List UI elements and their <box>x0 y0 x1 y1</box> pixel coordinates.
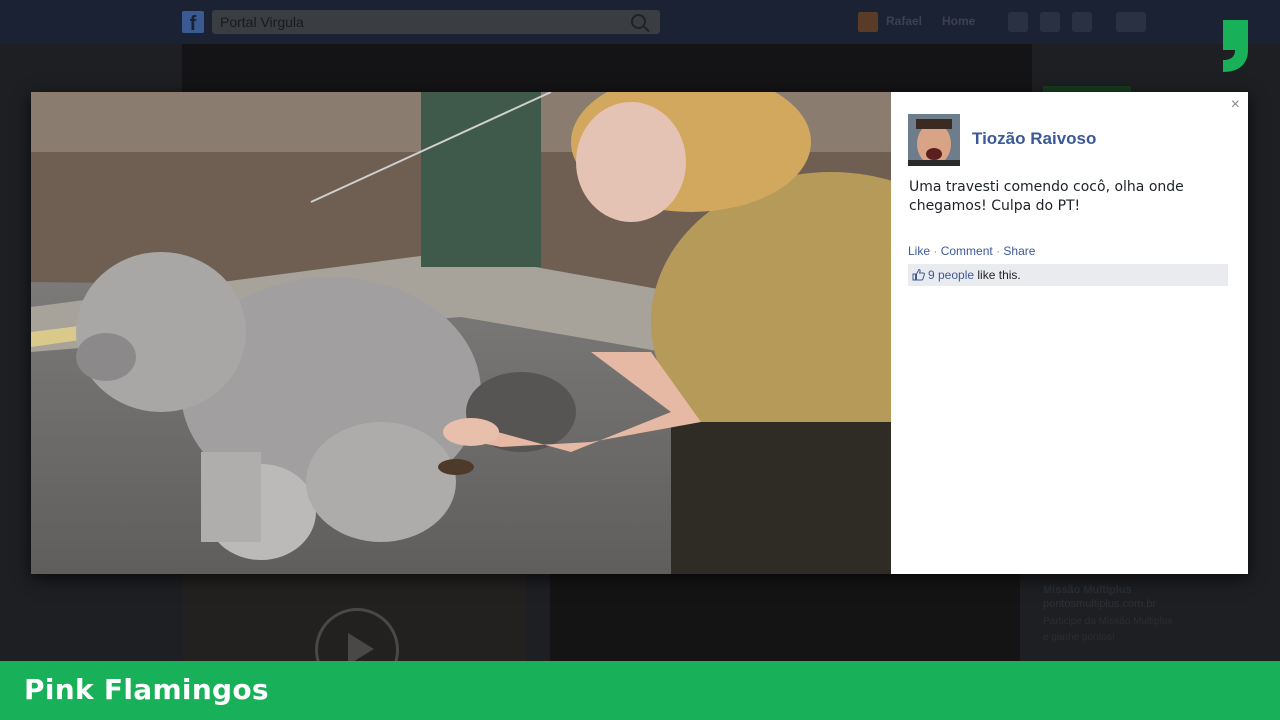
action-separator: · <box>933 244 938 258</box>
action-separator: · <box>996 244 1001 258</box>
facebook-logo-icon[interactable]: f <box>182 11 204 35</box>
video-tile[interactable] <box>183 574 526 662</box>
notifications-icon[interactable] <box>1072 12 1092 32</box>
photo-tile[interactable] <box>550 574 1020 662</box>
sidebar-ad-text-1: Participe da Missão Multiplus <box>1043 616 1173 627</box>
sidebar-ad-text-2: e ganhe pontos! <box>1043 632 1115 643</box>
user-name-link[interactable]: Rafael <box>886 14 922 28</box>
banner-title: Pink Flamingos <box>24 673 269 706</box>
cover-photo <box>182 44 1032 94</box>
post-actions: Like · Comment · Share <box>908 244 1035 258</box>
thumbs-up-icon <box>912 268 925 281</box>
likes-suffix: like this. <box>977 268 1021 282</box>
user-avatar[interactable] <box>858 12 878 32</box>
play-icon[interactable] <box>315 608 399 662</box>
friend-requests-icon[interactable] <box>1008 12 1028 32</box>
sidebar-ad[interactable]: Missão Multiplus pontosmultiplus.com.br … <box>1043 584 1263 646</box>
messages-icon[interactable] <box>1040 12 1060 32</box>
author-avatar[interactable] <box>908 114 960 166</box>
settings-icon[interactable] <box>1116 12 1146 32</box>
likers-link[interactable]: 9 people <box>928 268 974 282</box>
close-icon[interactable]: × <box>1231 96 1240 114</box>
bottom-banner: Pink Flamingos <box>0 661 1280 720</box>
author-name-link[interactable]: Tiozão Raivoso <box>972 129 1096 149</box>
search-icon[interactable] <box>631 14 646 29</box>
home-link[interactable]: Home <box>942 14 975 28</box>
sidebar-ad-title[interactable]: Missão Multiplus <box>1043 584 1263 596</box>
post-panel: × Tiozão Raivoso Uma travesti comendo co… <box>891 92 1248 574</box>
brand-quote-icon <box>1223 20 1248 72</box>
photo-viewer: × Tiozão Raivoso Uma travesti comendo co… <box>31 92 1248 574</box>
sidebar-ad-url: pontosmultiplus.com.br <box>1043 598 1157 610</box>
author-avatar-illustration <box>908 114 960 166</box>
post-caption: Uma travesti comendo cocô, olha onde che… <box>909 179 1184 214</box>
likes-summary: 9 people like this. <box>908 264 1228 286</box>
comment-link[interactable]: Comment <box>941 244 993 258</box>
photo-illustration <box>31 92 891 574</box>
search-input[interactable]: Portal Virgula <box>212 10 660 34</box>
facebook-topbar: f Portal Virgula Rafael Home <box>0 0 1280 44</box>
like-link[interactable]: Like <box>908 244 930 258</box>
search-input-value: Portal Virgula <box>220 14 304 30</box>
share-link[interactable]: Share <box>1003 244 1035 258</box>
post-photo[interactable] <box>31 92 891 574</box>
